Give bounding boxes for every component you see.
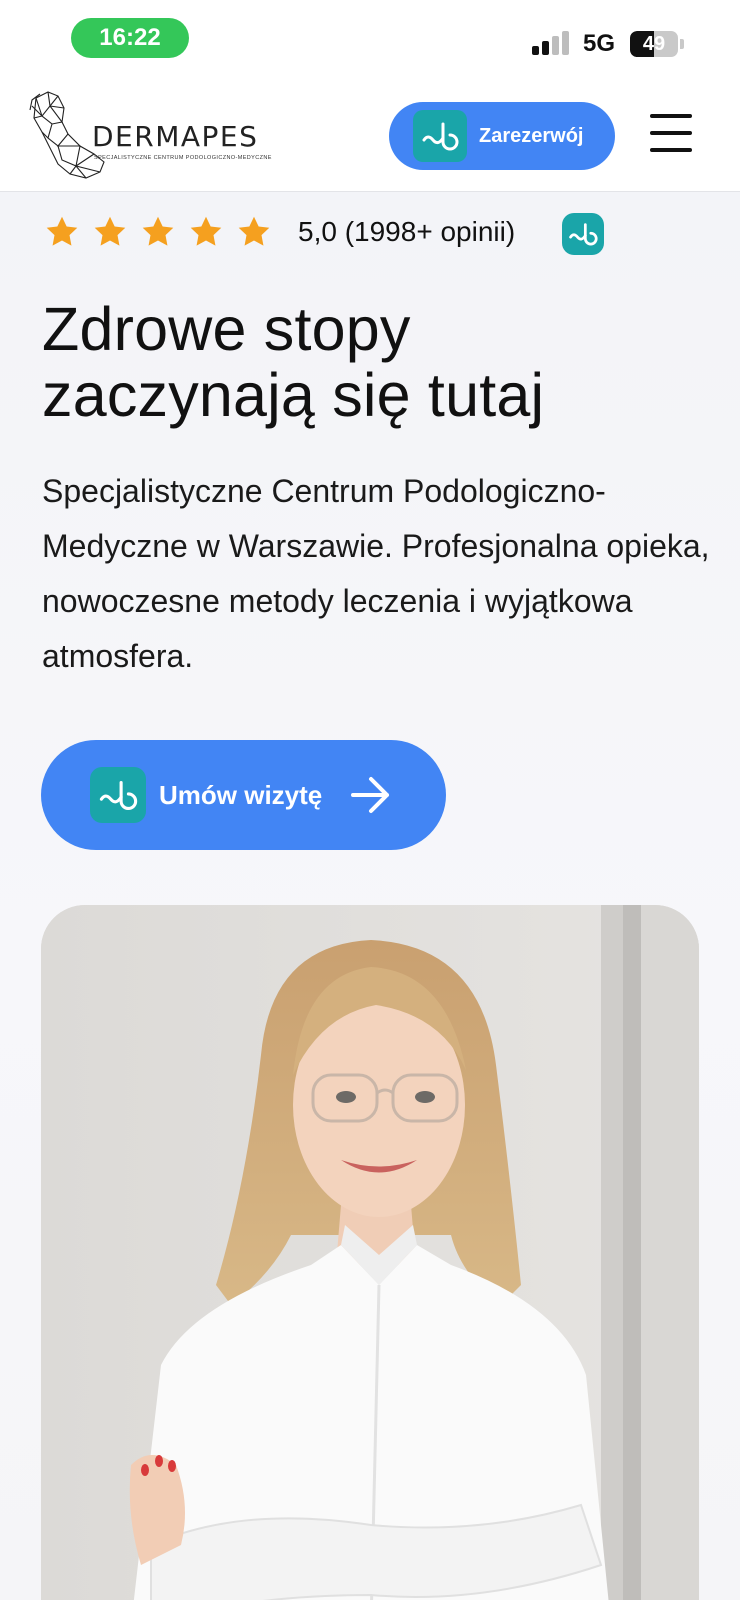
status-bar: 16:22 5G 49 (0, 0, 740, 80)
hero-title-line-1: Zdrowe stopy (42, 295, 411, 363)
battery-icon: 49 (630, 31, 678, 57)
star-icon (238, 216, 270, 246)
hero-description: Specjalistyczne Centrum Podologiczno-Med… (42, 473, 710, 674)
dermapes-logo[interactable]: DERMAPES SPECJALISTYCZNE CENTRUM PODOLOG… (28, 88, 278, 184)
rating-row: 5,0 (1998+ opinii) (44, 212, 664, 256)
battery-level: 49 (642, 33, 666, 55)
hamburger-menu-icon[interactable] (650, 114, 692, 152)
hero-title: Zdrowe stopy zaczynają się tutaj (42, 296, 702, 428)
site-header: DERMAPES SPECJALISTYCZNE CENTRUM PODOLOG… (0, 80, 740, 192)
star-icon (190, 216, 222, 246)
page: 16:22 5G 49 DERMAPES SPECJALISTYCZNE CEN… (0, 0, 740, 1600)
specialist-photo (41, 905, 699, 1600)
star-icon (46, 216, 78, 246)
star-icon (142, 216, 174, 246)
reserve-button-label: Zarezerwój (479, 125, 584, 147)
booksy-icon[interactable] (562, 213, 604, 255)
book-appointment-button[interactable]: Umów wizytę (41, 740, 446, 850)
booksy-icon (90, 767, 146, 823)
booksy-icon (413, 110, 467, 162)
specialist-portrait-illustration (41, 905, 699, 1600)
star-icon (94, 216, 126, 246)
book-appointment-label: Umów wizytę (159, 780, 323, 810)
rating-text: 5,0 (1998+ opinii) (298, 216, 516, 247)
hero-title-line-2: zaczynają się tutaj (42, 361, 545, 429)
network-type: 5G (583, 30, 616, 57)
arrow-right-icon (351, 777, 389, 813)
battery-tip (680, 39, 684, 49)
cellular-signal-icon (532, 31, 572, 55)
status-time[interactable]: 16:22 (71, 18, 189, 58)
logo-name: DERMAPES (92, 120, 259, 153)
reserve-button[interactable]: Zarezerwój (389, 102, 615, 170)
logo-tagline: SPECJALISTYCZNE CENTRUM PODOLOGICZNO-MED… (94, 155, 272, 161)
